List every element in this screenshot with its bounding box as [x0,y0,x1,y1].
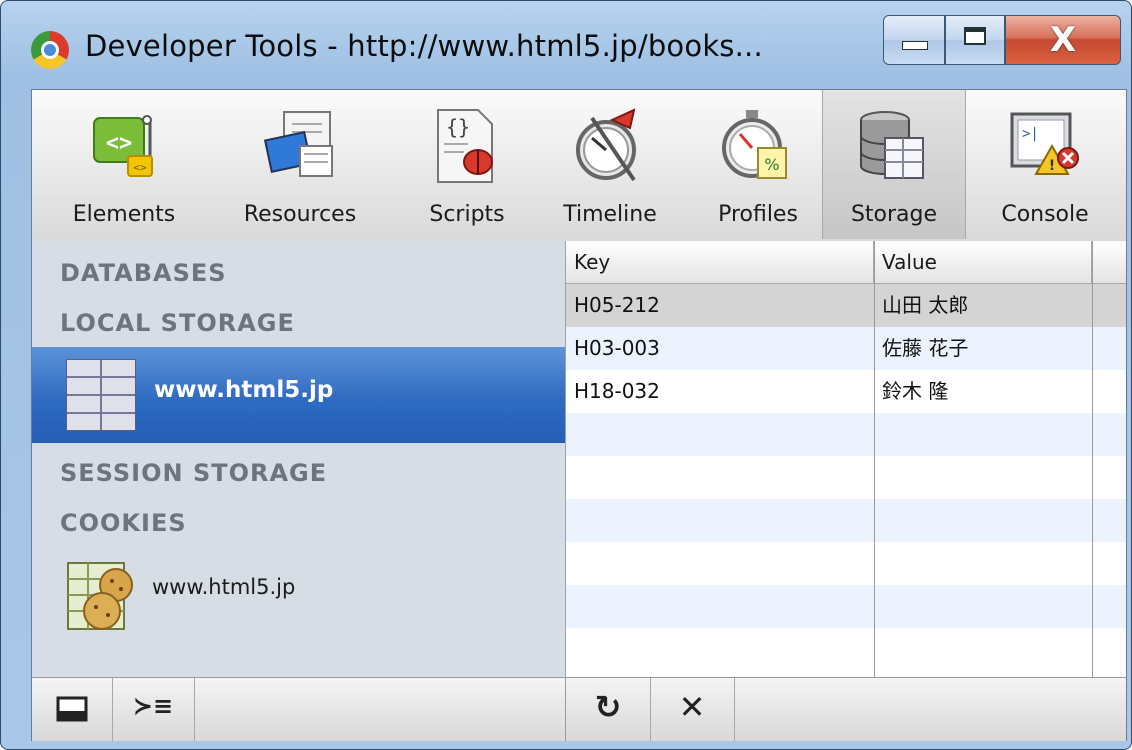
console-icon: >| ! [1010,112,1079,175]
column-header-value[interactable]: Value [874,241,1092,283]
svg-text:>|: >| [1022,126,1039,142]
delete-button[interactable]: ✕ [650,678,735,741]
empty-row [566,542,1126,585]
svg-text:!: ! [1049,158,1055,174]
table-icon [66,359,136,431]
refresh-icon: ↻ [594,688,622,726]
svg-text:{}: {} [446,115,470,139]
title-bar[interactable]: Developer Tools - http://www.html5.jp/bo… [1,1,1131,89]
resources-icon [264,111,333,177]
local-storage-item-label: www.html5.jp [154,377,334,403]
maximize-icon [964,27,986,45]
refresh-button[interactable]: ↻ [566,678,651,741]
minimize-icon [902,41,928,50]
tab-resources[interactable]: Resources [226,90,374,239]
table-row[interactable]: H18-032 鈴木 隆 [566,370,1126,413]
console-toggle-button[interactable]: ≻≡ [112,678,195,741]
tab-timeline[interactable]: Timeline [550,90,670,239]
dock-button[interactable] [32,678,113,741]
table-row[interactable]: H05-212 山田 太郎 [566,284,1126,327]
value-cell[interactable]: 山田 太郎 [874,284,1092,327]
window-title: Developer Tools - http://www.html5.jp/bo… [85,29,763,63]
panel-toolbar: <> <> Elements Resources {} Scripts Time… [32,90,1126,243]
elements-icon: <> <> [93,115,153,177]
tab-storage[interactable]: Storage [822,90,966,239]
empty-row [566,628,1126,671]
chrome-icon [31,31,69,69]
tab-scripts-label: Scripts [429,202,505,227]
empty-row [566,585,1126,628]
key-cell[interactable]: H03-003 [566,327,874,370]
profiles-icon: % [722,110,787,179]
status-bar: ≻≡ ↻ ✕ [32,677,1126,741]
section-databases[interactable]: DATABASES [60,259,227,287]
svg-text:<>: <> [106,131,133,156]
value-cell[interactable]: 佐藤 花子 [874,327,1092,370]
minimize-button[interactable] [883,15,945,65]
storage-sidebar: DATABASES LOCAL STORAGE www.html5.jp SES… [32,241,566,677]
dock-icon [56,696,88,722]
tab-profiles[interactable]: % Profiles [696,90,820,239]
svg-text:<>: <> [133,161,147,174]
table-row[interactable]: H03-003 佐藤 花子 [566,327,1126,370]
section-cookies[interactable]: COOKIES [60,509,187,537]
close-button[interactable]: X [1005,15,1121,65]
close-icon: X [1049,20,1077,60]
storage-data-grid: Key Value H05-212 山田 太郎 H03-003 佐藤 花子 H18-03… [566,241,1126,677]
cookie-icon[interactable] [66,559,138,635]
tab-storage-label: Storage [850,202,938,227]
column-divider [874,241,875,677]
svg-text:%: % [764,155,779,174]
empty-row [566,413,1126,456]
delete-icon: ✕ [678,688,706,726]
value-cell[interactable]: 鈴木 隆 [874,370,1092,413]
tab-console[interactable]: >| ! Console [980,90,1110,239]
console-toggle-icon: ≻≡ [132,692,174,720]
tab-resources-label: Resources [243,202,357,227]
column-divider [1092,241,1093,677]
tab-profiles-label: Profiles [718,202,798,227]
timeline-icon [576,108,636,182]
local-storage-item[interactable]: www.html5.jp [32,347,565,443]
tab-elements[interactable]: <> <> Elements [54,90,194,239]
key-cell[interactable]: H18-032 [566,370,874,413]
empty-row [566,456,1126,499]
column-header-key[interactable]: Key [566,241,874,283]
tab-console-label: Console [1001,202,1089,227]
grid-header: Key Value [566,241,1126,284]
window-controls: X [883,15,1121,65]
cookie-item-label[interactable]: www.html5.jp [152,575,295,599]
maximize-button[interactable] [945,15,1005,65]
devtools-content: <> <> Elements Resources {} Scripts Time… [31,89,1127,741]
tab-elements-label: Elements [72,202,176,227]
storage-icon [860,111,924,179]
devtools-window: Developer Tools - http://www.html5.jp/bo… [0,0,1132,750]
empty-row [566,499,1126,542]
tab-scripts[interactable]: {} Scripts [412,90,522,239]
key-cell[interactable]: H05-212 [566,284,874,327]
scripts-icon: {} [437,109,493,183]
section-local-storage[interactable]: LOCAL STORAGE [60,309,295,337]
tab-timeline-label: Timeline [563,202,657,227]
section-session-storage[interactable]: SESSION STORAGE [60,459,327,487]
